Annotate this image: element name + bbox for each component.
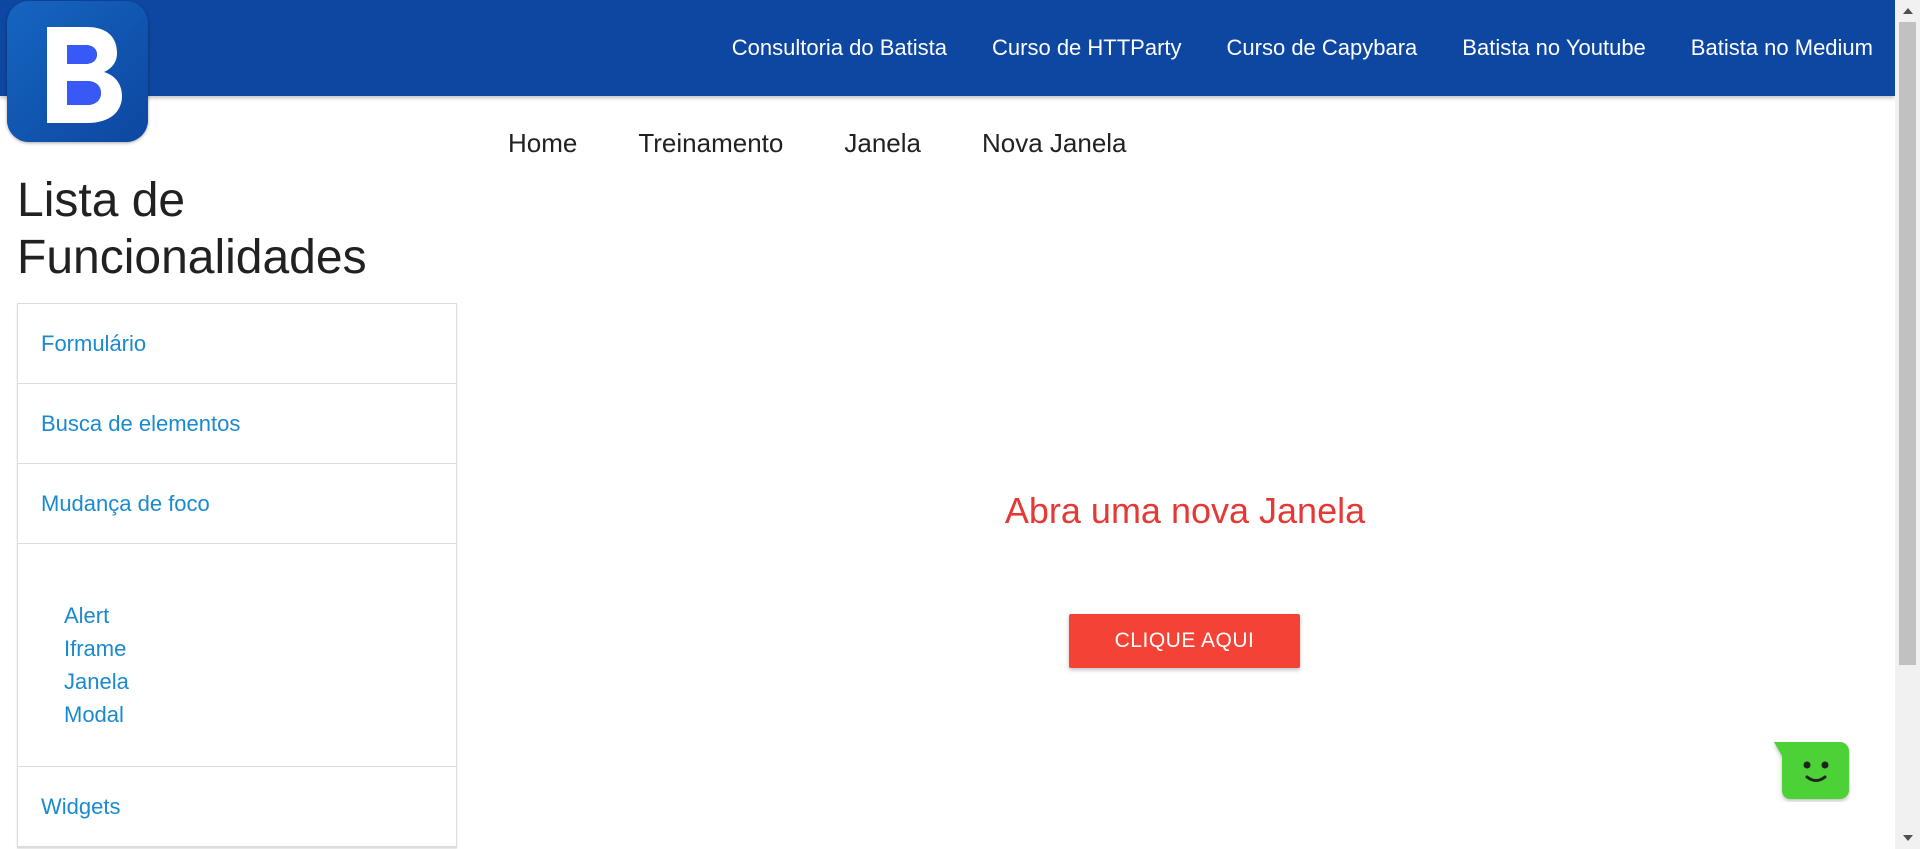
subnav-home[interactable]: Home	[508, 128, 577, 159]
secondary-nav: Home Treinamento Janela Nova Janela	[508, 128, 1127, 159]
logo-b-icon[interactable]	[7, 1, 148, 142]
nav-link-capybara[interactable]: Curso de Capybara	[1227, 35, 1418, 61]
page-headline: Abra uma nova Janela	[1004, 490, 1366, 531]
sidebar-item-label[interactable]: Widgets	[41, 794, 120, 820]
scroll-up-arrow-icon[interactable]	[1895, 0, 1920, 22]
sidebar-item-formulario[interactable]: Formulário	[18, 304, 456, 384]
sidebar-title: Lista de Funcionalidades	[17, 174, 367, 284]
nav-link-medium[interactable]: Batista no Medium	[1691, 35, 1873, 61]
chat-face-icon	[1774, 742, 1849, 799]
open-window-button[interactable]: CLIQUE AQUI	[1069, 614, 1300, 668]
subnav-nova-janela[interactable]: Nova Janela	[982, 128, 1127, 159]
submenu-alert[interactable]: Alert	[64, 599, 456, 632]
submenu-janela[interactable]: Janela	[64, 665, 456, 698]
sidebar-item-label[interactable]: Formulário	[41, 331, 146, 357]
chat-widget-button[interactable]	[1770, 742, 1850, 802]
sidebar-item-busca[interactable]: Busca de elementos	[18, 384, 456, 464]
top-navbar: Consultoria do Batista Curso de HTTParty…	[0, 0, 1895, 96]
subnav-treinamento[interactable]: Treinamento	[638, 128, 783, 159]
submenu-iframe[interactable]: Iframe	[64, 632, 456, 665]
sidebar-item-mudanca-foco[interactable]: Mudança de foco	[18, 464, 456, 544]
submenu-modal[interactable]: Modal	[64, 698, 456, 731]
nav-link-consultoria[interactable]: Consultoria do Batista	[732, 35, 947, 61]
sidebar-item-label[interactable]: Mudança de foco	[41, 491, 210, 517]
subnav-janela[interactable]: Janela	[844, 128, 921, 159]
scroll-thumb[interactable]	[1899, 22, 1916, 665]
nav-link-youtube[interactable]: Batista no Youtube	[1462, 35, 1646, 61]
scroll-down-arrow-icon[interactable]	[1895, 827, 1920, 849]
sidebar-item-label[interactable]: Busca de elementos	[41, 411, 240, 437]
nav-link-httparty[interactable]: Curso de HTTParty	[992, 35, 1182, 61]
top-nav-links: Consultoria do Batista Curso de HTTParty…	[732, 0, 1873, 96]
sidebar-submenu: Alert Iframe Janela Modal	[18, 544, 456, 767]
sidebar-menu: Formulário Busca de elementos Mudança de…	[17, 303, 457, 848]
sidebar-item-widgets[interactable]: Widgets	[18, 767, 456, 847]
page: Consultoria do Batista Curso de HTTParty…	[0, 0, 1895, 849]
page-scrollbar[interactable]	[1895, 0, 1920, 849]
